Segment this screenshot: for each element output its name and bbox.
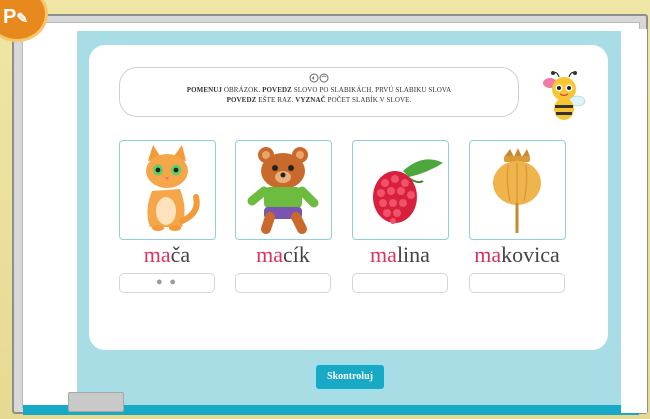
word-label-2: macík [256,242,310,267]
instruction-box: POMENUJ OBRÁZOK. POVEDZ SLOVO PO SLABIKÁ… [119,67,519,117]
app-screen: POMENUJ OBRÁZOK. POVEDZ SLOVO PO SLABIKÁ… [23,31,639,415]
word-label-1: mača [143,242,191,267]
whiteboard-surface: POMENUJ OBRÁZOK. POVEDZ SLOVO PO SLABIKÁ… [22,22,647,415]
listen-icon[interactable] [308,73,330,83]
syllable-answer-4[interactable] [469,273,565,293]
raspberry-picture [373,159,443,224]
instruction-text: POMENUJ OBRÁZOK. POVEDZ SLOVO PO SLABIKÁ… [186,86,452,104]
syllable-answer-2[interactable] [235,273,331,293]
exercise-card: POMENUJ OBRÁZOK. POVEDZ SLOVO PO SLABIKÁ… [89,45,608,350]
picture-card-4 [469,140,566,240]
picture-card-3 [352,140,449,240]
teddy-bear-picture [247,147,319,234]
syllable-answer-3[interactable] [352,273,448,293]
toolbar-button[interactable] [68,392,124,412]
poppy-head-picture [493,148,541,233]
whiteboard-bezel: POMENUJ OBRÁZOK. POVEDZ SLOVO PO SLABIKÁ… [12,14,648,415]
bee-mascot-icon [541,71,589,123]
whiteboard-margin [621,29,647,413]
cat-picture [146,145,200,231]
word-label-3: malina [370,242,430,267]
picture-card-2 [235,140,332,240]
word-label-4: makovica [474,242,560,267]
syllable-answer-1[interactable]: ● ● [119,273,215,293]
check-button[interactable]: Skontroluj [314,363,386,391]
picture-card-1 [119,140,216,240]
